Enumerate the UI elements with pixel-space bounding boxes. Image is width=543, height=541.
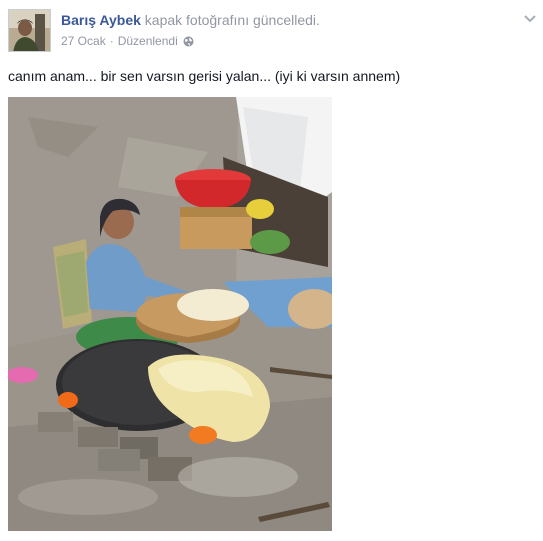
avatar-image: [9, 10, 50, 51]
globe-icon[interactable]: [183, 36, 194, 47]
cover-photo[interactable]: [8, 97, 332, 531]
chevron-down-icon[interactable]: [523, 12, 537, 24]
timestamp-link[interactable]: 27 Ocak: [61, 34, 106, 48]
post-message: canım anam... bir sen varsın gerisi yala…: [8, 68, 401, 84]
edited-link[interactable]: Düzenlendi: [118, 34, 178, 48]
story-header: Barış Aybek kapak fotoğrafını güncelledi…: [61, 12, 320, 28]
story-action-text: kapak fotoğrafını güncelledi.: [144, 12, 320, 28]
story-meta: 27 Ocak · Düzenlendi: [61, 34, 194, 48]
meta-separator: ·: [109, 34, 114, 48]
author-name-link[interactable]: Barış Aybek: [61, 12, 141, 28]
feed-story: Barış Aybek kapak fotoğrafını güncelledi…: [0, 0, 543, 541]
avatar[interactable]: [8, 9, 51, 52]
photo-image: [8, 97, 332, 531]
